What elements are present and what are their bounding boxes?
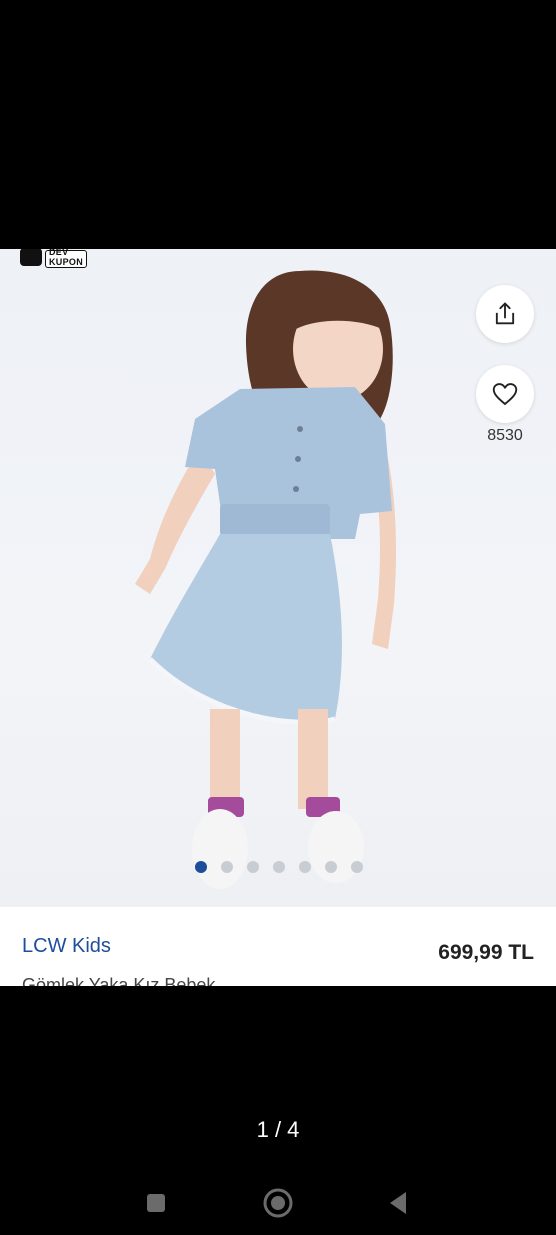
viewer-top-backdrop — [0, 0, 556, 249]
triangle-back-icon — [390, 1192, 406, 1214]
pagination-dot[interactable] — [325, 861, 337, 873]
pagination-dot[interactable] — [299, 861, 311, 873]
image-counter: 1 / 4 — [256, 1117, 300, 1142]
recents-button[interactable] — [139, 1186, 173, 1220]
heart-icon — [492, 383, 518, 405]
pagination-dot[interactable] — [247, 861, 259, 873]
gallery-pagination-dots — [195, 861, 363, 873]
product-name: Gömlek Yaka Kız Bebek — [22, 975, 216, 986]
coupon-box: DEV KUPON — [45, 249, 88, 268]
pagination-dot[interactable] — [351, 861, 363, 873]
circle-icon — [263, 1188, 293, 1218]
pagination-dot[interactable] — [273, 861, 285, 873]
badge-top-text: DEV — [49, 249, 69, 257]
pagination-dot-active[interactable] — [195, 861, 207, 873]
dev-kupon-badge: DEV KUPON — [20, 249, 88, 269]
back-button[interactable] — [381, 1186, 415, 1220]
child-in-denim-dress-illustration — [135, 270, 396, 889]
favorite-button[interactable] — [476, 365, 534, 423]
product-info: LCW Kids 699,99 TL Gömlek Yaka Kız Bebek — [0, 907, 556, 986]
home-button[interactable] — [261, 1186, 295, 1220]
badge-bottom-text: KUPON — [49, 257, 84, 267]
pagination-dot[interactable] — [221, 861, 233, 873]
product-photo[interactable]: DEV KUPON 8530 — [0, 249, 556, 907]
favorite-count: 8530 — [487, 427, 523, 444]
brand-name[interactable]: LCW Kids — [22, 935, 111, 958]
product-price: 699,99 TL — [438, 941, 534, 964]
square-icon — [147, 1194, 165, 1212]
image-viewer[interactable]: DEV KUPON 8530 LCW Kids 699,99 TL Gömlek… — [0, 249, 556, 986]
share-icon — [495, 302, 515, 325]
lcw-logo-icon — [20, 249, 42, 266]
share-button[interactable] — [476, 285, 534, 343]
system-navigation-bar — [0, 1170, 556, 1235]
